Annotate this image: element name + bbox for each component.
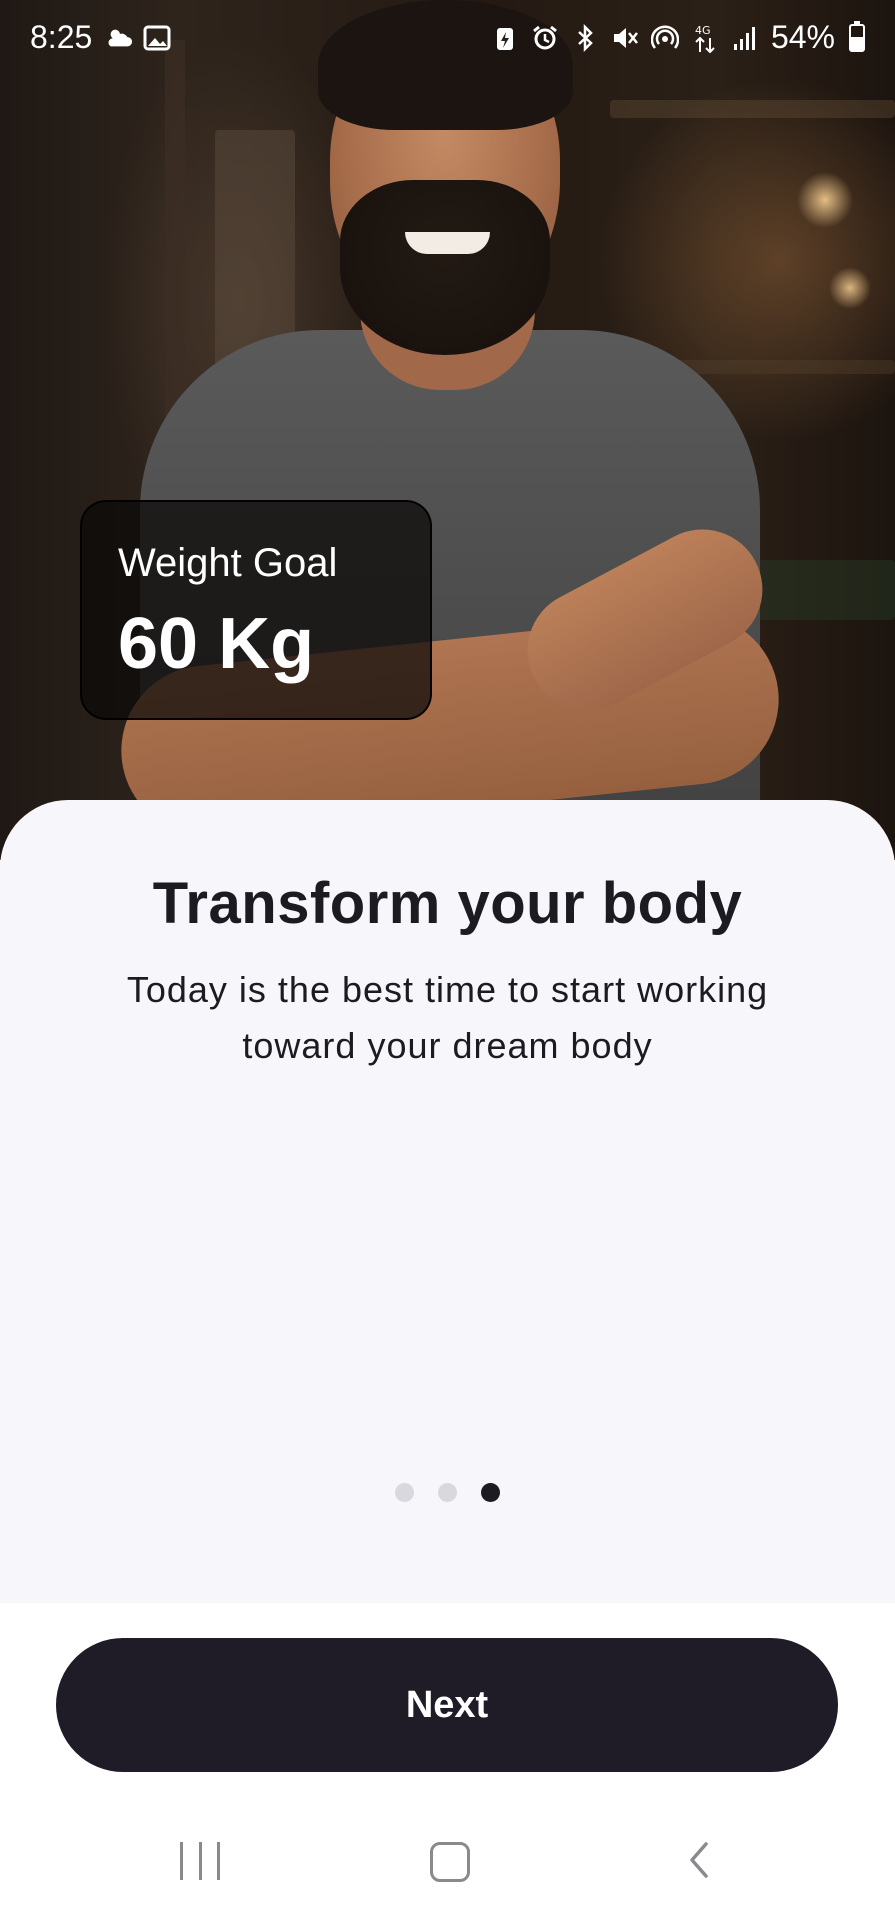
- status-right-icons: 4G 54%: [491, 19, 865, 56]
- data-4g-icon: 4G: [691, 22, 719, 54]
- image-icon: [143, 22, 171, 54]
- goal-label: Weight Goal: [118, 541, 338, 585]
- onboarding-subtitle: Today is the best time to start working …: [126, 969, 769, 1066]
- weather-icon: [105, 22, 133, 54]
- beard: [340, 180, 550, 355]
- weight-goal-card: Weight Goal 60 Kg: [80, 500, 432, 720]
- page-dot-1[interactable]: [395, 1483, 414, 1502]
- page-dot-3-active[interactable]: [481, 1483, 500, 1502]
- hero-photo: [0, 0, 895, 860]
- hotspot-icon: [650, 22, 679, 54]
- recents-icon[interactable]: [180, 1842, 220, 1882]
- next-button[interactable]: Next: [56, 1638, 838, 1772]
- back-icon[interactable]: [680, 1840, 720, 1880]
- svg-text:4G: 4G: [695, 24, 711, 37]
- status-time: 8:25: [30, 19, 93, 55]
- smile: [405, 232, 490, 254]
- home-icon[interactable]: [430, 1842, 470, 1882]
- signal-icon: [731, 22, 759, 54]
- goal-value: 60 Kg: [118, 604, 315, 684]
- onboarding-screen: 8:25 4G 54% Weight Goal 60 Kg Transform …: [0, 0, 895, 1920]
- man-portrait: [0, 0, 895, 860]
- page-dot-2[interactable]: [438, 1483, 457, 1502]
- battery-icon: [849, 20, 865, 52]
- bluetooth-icon: [571, 22, 599, 54]
- status-left-icons: [105, 22, 171, 54]
- status-bar: 8:25 4G 54%: [0, 0, 895, 80]
- battery-saver-icon: [491, 22, 519, 54]
- battery-percent: 54%: [770, 19, 835, 55]
- content-sheet: Transform your body Today is the best ti…: [0, 800, 895, 1603]
- onboarding-title: Transform your body: [152, 871, 743, 936]
- page-indicator: [0, 1483, 895, 1502]
- alarm-icon: [531, 22, 559, 54]
- navigation-bar: [0, 1800, 895, 1920]
- mute-icon: [611, 22, 639, 54]
